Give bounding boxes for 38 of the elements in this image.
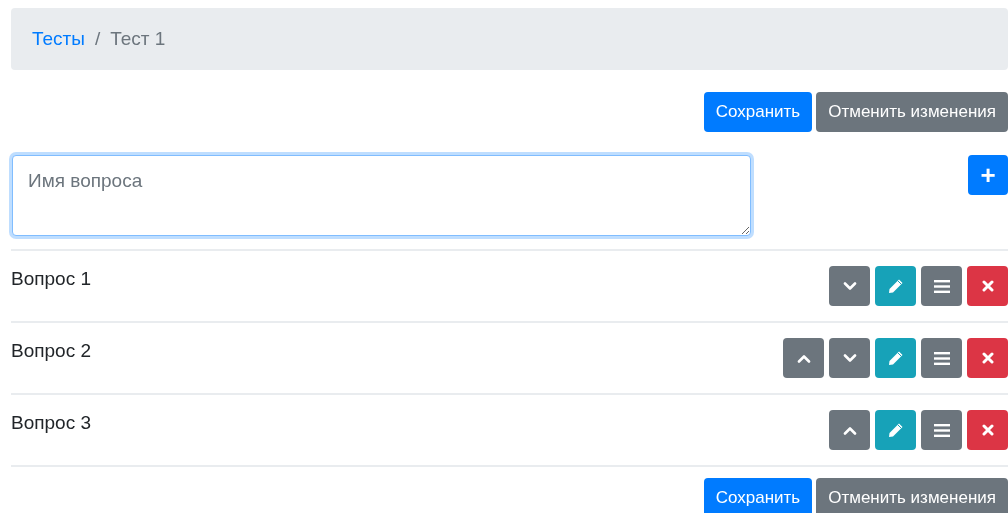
close-icon: [981, 424, 994, 436]
down-chevron-button[interactable]: [829, 338, 870, 378]
menu-icon: [933, 351, 950, 365]
menu-button[interactable]: [921, 410, 962, 450]
edit-button[interactable]: [875, 338, 916, 378]
chevron-up-icon: [796, 353, 811, 363]
breadcrumb-separator: /: [94, 28, 101, 50]
question-name-field[interactable]: Имя вопроса: [12, 155, 751, 236]
edit-button[interactable]: [875, 410, 916, 450]
chevron-down-icon: [842, 353, 857, 363]
menu-button[interactable]: [921, 266, 962, 306]
chevron-up-icon: [842, 425, 857, 435]
chevron-down-icon: [842, 281, 857, 291]
delete-button[interactable]: [967, 410, 1008, 450]
close-icon: [981, 352, 994, 364]
question-title: Вопрос 3: [11, 412, 91, 434]
cancel-changes-button[interactable]: Отменить изменения: [816, 92, 1008, 132]
breadcrumb-current: Тест 1: [110, 28, 166, 50]
down-chevron-button[interactable]: [829, 266, 870, 306]
pencil-icon: [887, 350, 904, 366]
menu-button[interactable]: [921, 338, 962, 378]
up-chevron-button[interactable]: [783, 338, 824, 378]
breadcrumb-link[interactable]: Тесты: [32, 28, 85, 50]
delete-button[interactable]: [967, 266, 1008, 306]
question-title: Вопрос 1: [11, 268, 91, 290]
up-chevron-button[interactable]: [829, 410, 870, 450]
edit-button[interactable]: [875, 266, 916, 306]
cancel-changes-button[interactable]: Отменить изменения: [816, 478, 1008, 513]
pencil-icon: [887, 422, 904, 438]
add-button[interactable]: +: [968, 155, 1008, 195]
question-title: Вопрос 2: [11, 340, 91, 362]
close-icon: [981, 280, 994, 292]
menu-icon: [933, 279, 950, 293]
pencil-icon: [887, 278, 904, 294]
menu-icon: [933, 423, 950, 437]
save-button[interactable]: Сохранить: [703, 92, 813, 132]
save-button[interactable]: Сохранить: [703, 478, 813, 513]
delete-button[interactable]: [967, 338, 1008, 378]
